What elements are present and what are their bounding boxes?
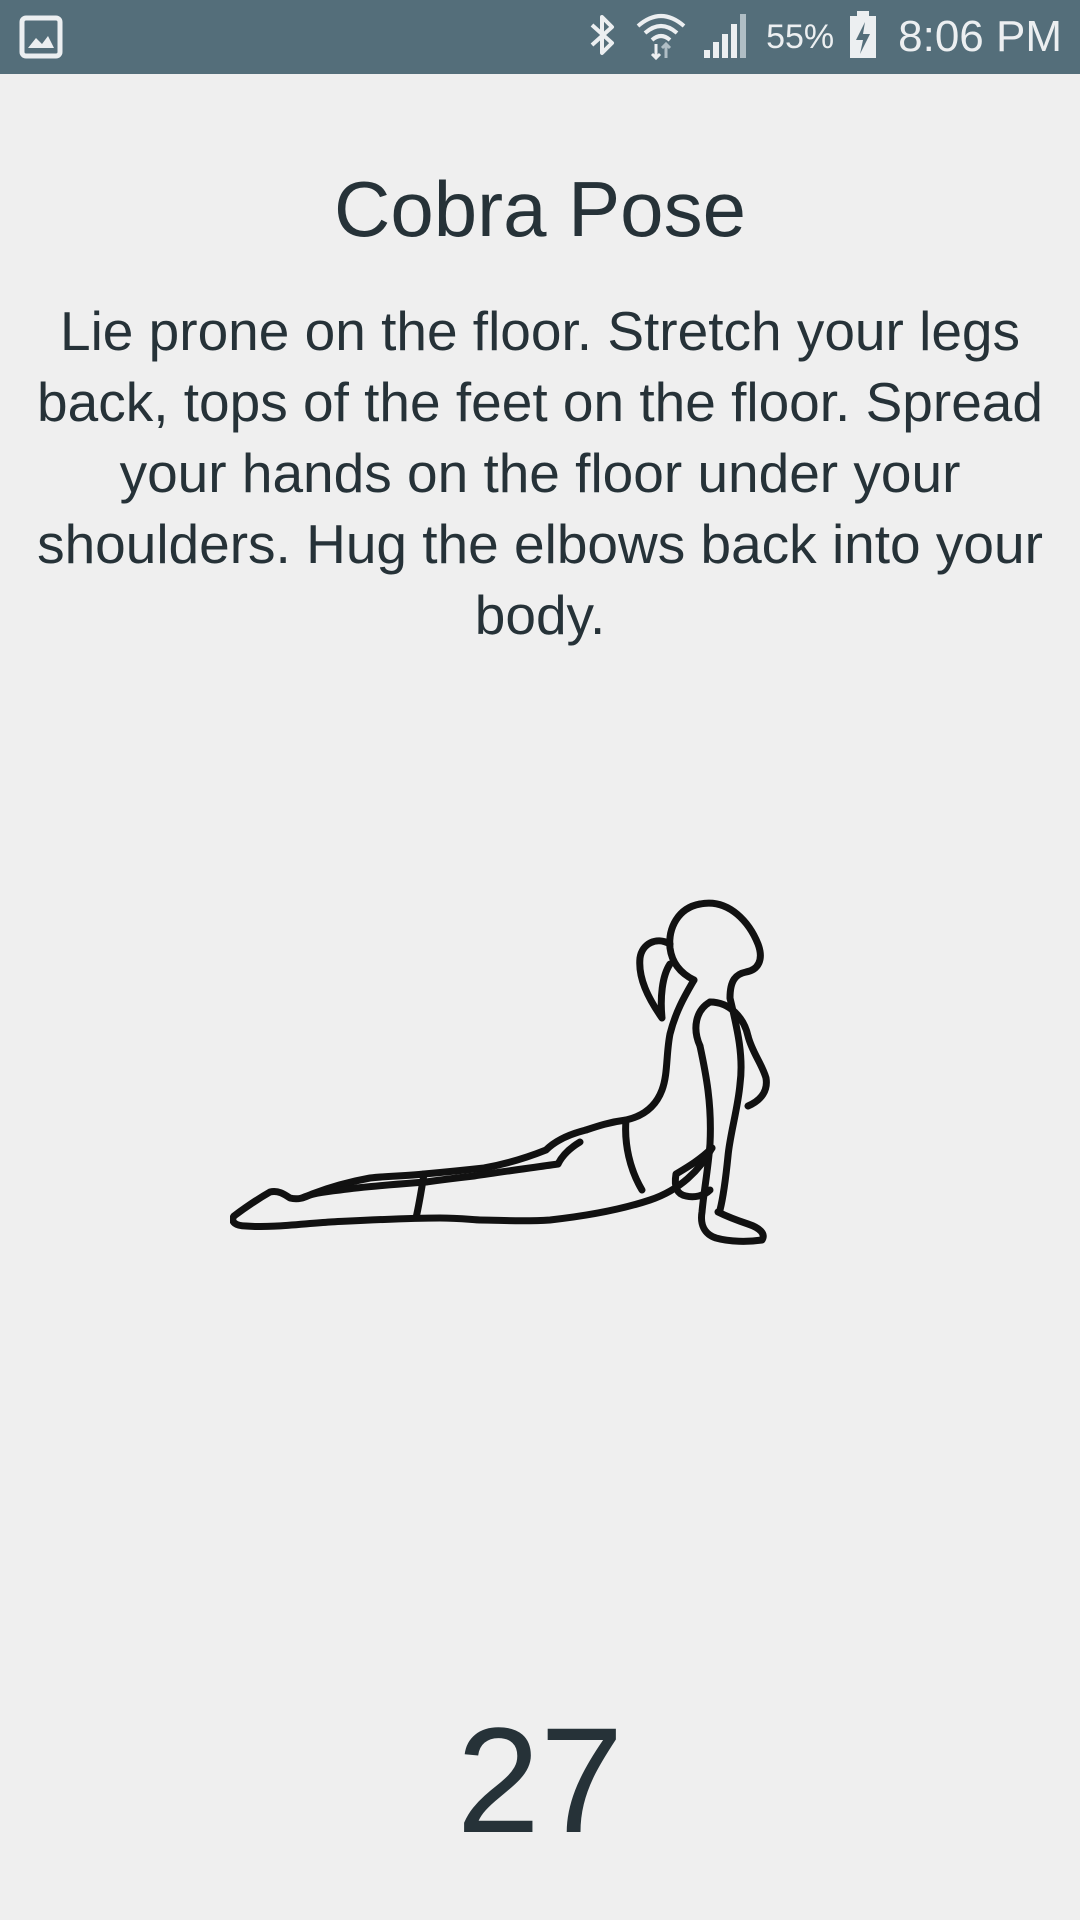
- signal-icon: [702, 10, 752, 64]
- battery-charging-icon: [848, 10, 878, 64]
- status-bar: 55% 8:06 PM: [0, 0, 1080, 74]
- exercise-description: Lie prone on the floor. Stretch your leg…: [37, 300, 1043, 646]
- image-icon: [18, 14, 64, 60]
- status-time: 8:06 PM: [898, 12, 1062, 61]
- cobra-pose-illustration: [229, 894, 850, 1354]
- wifi-icon: [634, 8, 688, 66]
- exercise-screen: Cobra Pose Lie prone on the floor. Stret…: [0, 74, 1080, 1920]
- bluetooth-icon: [584, 11, 620, 63]
- battery-percent: 55%: [766, 17, 835, 56]
- exercise-title: Cobra Pose: [334, 165, 746, 253]
- countdown-timer: 27: [456, 1696, 624, 1864]
